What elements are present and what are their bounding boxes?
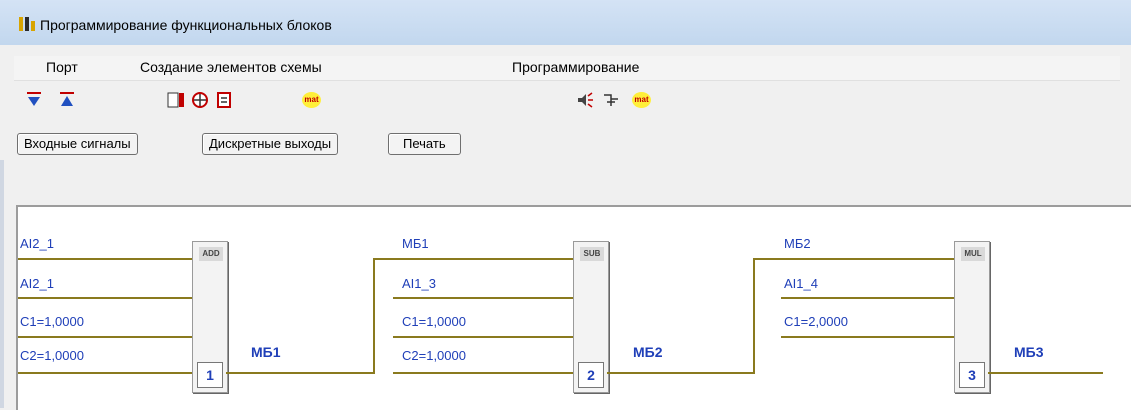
wire — [18, 336, 194, 338]
function-block-3[interactable]: MUL 3 — [954, 241, 990, 393]
block1-input-2: AI2_1 — [20, 276, 54, 291]
discrete-outputs-button[interactable]: Дискретные выходы — [202, 133, 339, 155]
block2-op: SUB — [580, 247, 604, 261]
block-bar-icon[interactable] — [166, 90, 186, 110]
menu-create-elements[interactable]: Создание элементов схемы — [140, 59, 322, 75]
block3-input-1: МБ2 — [784, 236, 811, 251]
block3-number: 3 — [959, 362, 985, 388]
circuit-block-icon[interactable] — [214, 90, 234, 110]
math-block-icon[interactable]: mat — [302, 92, 321, 108]
wire — [988, 372, 1103, 374]
block1-input-3: C1=1,0000 — [20, 314, 84, 329]
arrow-up-icon[interactable] — [57, 90, 77, 110]
block2-number: 2 — [578, 362, 604, 388]
function-block-2[interactable]: SUB 2 — [573, 241, 609, 393]
menu-bar: Порт Создание элементов схемы Программир… — [14, 56, 1120, 81]
menu-programming[interactable]: Программирование — [512, 59, 639, 75]
connector-icon[interactable] — [601, 90, 621, 110]
block1-input-4: C2=1,0000 — [20, 348, 84, 363]
function-block-1[interactable]: ADD 1 — [192, 241, 228, 393]
wire — [393, 372, 575, 374]
wire — [753, 258, 755, 374]
block1-op: ADD — [199, 247, 223, 261]
menu-port[interactable]: Порт — [46, 59, 78, 75]
block2-input-4: C2=1,0000 — [402, 348, 466, 363]
grid-block-icon[interactable] — [190, 90, 210, 110]
block1-number: 1 — [197, 362, 223, 388]
wire — [226, 372, 374, 374]
block2-input-3: C1=1,0000 — [402, 314, 466, 329]
wire — [781, 336, 956, 338]
block3-op: MUL — [961, 247, 985, 261]
wire — [781, 297, 956, 299]
title-bar: Программирование функциональных блоков — [0, 0, 1131, 45]
block2-input-1: МБ1 — [402, 236, 429, 251]
wire — [373, 258, 575, 260]
block3-input-3: C1=2,0000 — [784, 314, 848, 329]
math-program-icon[interactable]: mat — [632, 92, 651, 108]
input-signals-button[interactable]: Входные сигналы — [17, 133, 138, 155]
toolbar: mat mat — [14, 82, 1120, 122]
window-title: Программирование функциональных блоков — [40, 17, 332, 33]
block2-output-label: МБ2 — [633, 344, 663, 360]
block3-input-2: AI1_4 — [784, 276, 818, 291]
app-icon — [19, 17, 35, 31]
wire — [373, 258, 375, 374]
schema-canvas: AI2_1 AI2_1 C1=1,0000 C2=1,0000 ADD 1 МБ… — [16, 205, 1131, 410]
print-button[interactable]: Печать — [388, 133, 461, 155]
wire — [393, 336, 575, 338]
wire — [393, 297, 575, 299]
wire — [753, 258, 956, 260]
arrow-down-icon[interactable] — [24, 90, 44, 110]
wire — [607, 372, 754, 374]
block2-input-2: AI1_3 — [402, 276, 436, 291]
block3-output-label: МБ3 — [1014, 344, 1044, 360]
wire — [18, 258, 194, 260]
wire — [18, 372, 194, 374]
window-left-edge — [0, 160, 4, 408]
block1-input-1: AI2_1 — [20, 236, 54, 251]
wire — [18, 297, 194, 299]
speaker-signal-icon[interactable] — [575, 90, 595, 110]
block1-output-label: МБ1 — [251, 344, 281, 360]
